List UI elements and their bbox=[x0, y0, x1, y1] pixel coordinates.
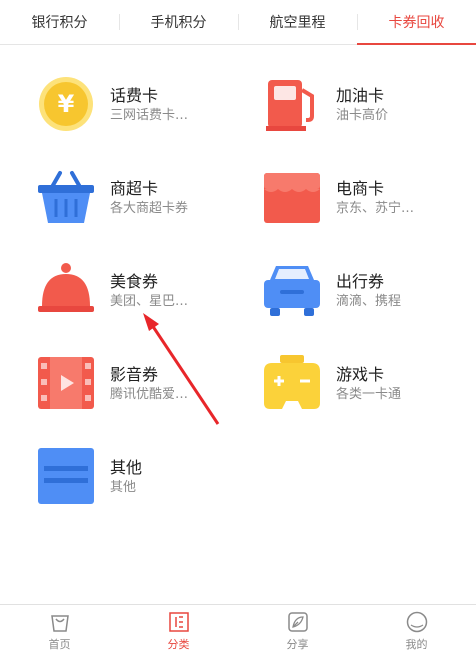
category-subtitle: 各大商超卡券 bbox=[110, 201, 189, 216]
bag-icon bbox=[50, 615, 69, 632]
nav-category[interactable]: 分类 bbox=[119, 605, 238, 655]
food-cloche-icon bbox=[38, 263, 94, 312]
tab-divider bbox=[357, 14, 358, 30]
category-travel-card[interactable]: 出行券 滴滴、携程 bbox=[264, 262, 476, 340]
category-supermarket-card[interactable]: 商超卡 各大商超卡券 bbox=[38, 169, 268, 247]
category-title: 商超卡 bbox=[110, 179, 159, 198]
category-food-card[interactable]: 美食券 美团、星巴… bbox=[38, 262, 268, 340]
category-subtitle: 滴滴、携程 bbox=[336, 294, 402, 309]
category-title: 影音券 bbox=[110, 365, 159, 384]
gamepad-icon bbox=[264, 355, 320, 409]
car-icon bbox=[264, 266, 320, 316]
category-ecommerce-card[interactable]: 电商卡 京东、苏宁… bbox=[264, 169, 476, 247]
tab-phone-points[interactable]: 手机积分 bbox=[119, 0, 238, 44]
category-subtitle: 三网话费卡… bbox=[110, 108, 189, 123]
category-phone-card[interactable]: ¥ 话费卡 三网话费卡… bbox=[38, 76, 268, 154]
nav-home[interactable]: 首页 bbox=[0, 605, 119, 655]
category-fuel-card[interactable]: 加油卡 油卡高价 bbox=[264, 76, 476, 154]
card-stack-icon bbox=[38, 448, 94, 504]
feather-icon bbox=[287, 612, 308, 632]
category-subtitle: 京东、苏宁… bbox=[336, 201, 415, 216]
category-list-icon bbox=[168, 612, 189, 632]
tab-bank-points[interactable]: 银行积分 bbox=[0, 0, 119, 44]
nav-profile[interactable]: 我的 bbox=[357, 605, 476, 655]
tab-divider bbox=[238, 14, 239, 30]
tab-airline-miles[interactable]: 航空里程 bbox=[238, 0, 357, 44]
category-title: 美食券 bbox=[110, 272, 159, 291]
nav-label: 首页 bbox=[48, 638, 71, 651]
category-subtitle: 油卡高价 bbox=[336, 108, 389, 123]
category-title: 其他 bbox=[110, 458, 143, 477]
film-play-icon bbox=[38, 357, 94, 409]
profile-circle-icon bbox=[406, 611, 427, 633]
category-subtitle: 其他 bbox=[110, 480, 137, 495]
tab-divider bbox=[119, 14, 120, 30]
category-title: 话费卡 bbox=[110, 86, 159, 105]
tab-card-recycle[interactable]: 卡券回收 bbox=[357, 0, 476, 45]
category-title: 电商卡 bbox=[336, 179, 385, 198]
category-title: 出行券 bbox=[336, 272, 385, 291]
nav-label: 我的 bbox=[405, 638, 428, 651]
yuan-coin-icon: ¥ bbox=[39, 77, 93, 131]
category-title: 加油卡 bbox=[336, 86, 385, 105]
nav-label: 分类 bbox=[167, 638, 190, 651]
category-tabs: 银行积分 手机积分 航空里程 卡券回收 bbox=[0, 0, 476, 45]
category-subtitle: 各类一卡通 bbox=[336, 387, 402, 402]
category-subtitle: 美团、星巴… bbox=[110, 294, 189, 309]
category-video-card[interactable]: 影音券 腾讯优酷爱… bbox=[38, 355, 268, 433]
category-other-card[interactable]: 其他 其他 bbox=[38, 448, 268, 526]
storefront-icon bbox=[264, 173, 320, 223]
category-title: 游戏卡 bbox=[336, 365, 385, 384]
bottom-nav: 首页 分类 分享 我的 bbox=[0, 604, 476, 655]
nav-label: 分享 bbox=[286, 638, 309, 651]
category-game-card[interactable]: 游戏卡 各类一卡通 bbox=[264, 355, 476, 433]
shopping-basket-icon bbox=[38, 171, 94, 223]
category-subtitle: 腾讯优酷爱… bbox=[110, 387, 189, 402]
nav-share[interactable]: 分享 bbox=[238, 605, 357, 655]
svg-text:¥: ¥ bbox=[58, 90, 75, 118]
gas-pump-icon bbox=[266, 80, 314, 131]
